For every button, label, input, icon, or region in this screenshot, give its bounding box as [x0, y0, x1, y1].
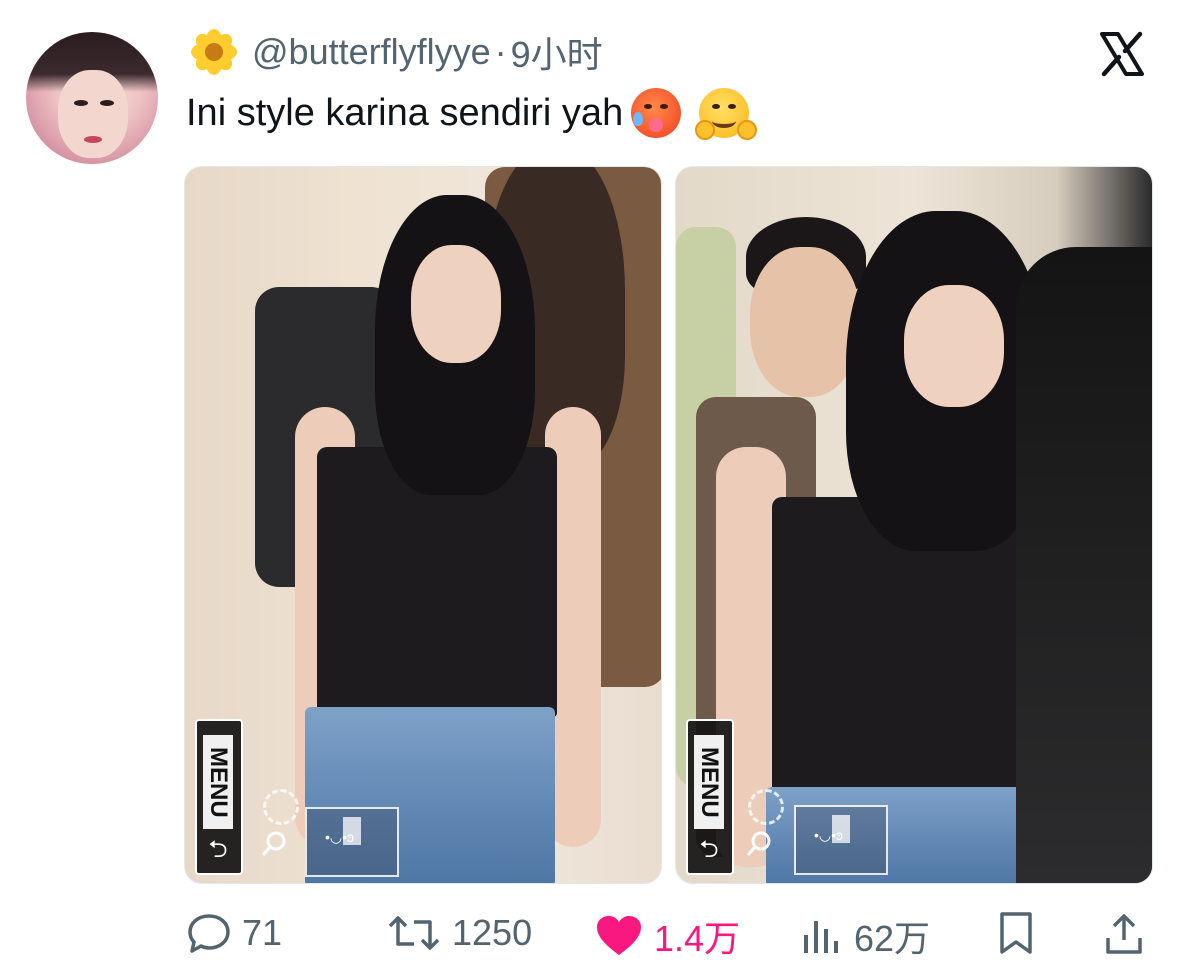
- heart-icon: [597, 916, 641, 955]
- camera-preview-overlay: •◡•ͽ: [794, 805, 888, 875]
- views-button[interactable]: 62万: [800, 910, 930, 962]
- x-logo-icon[interactable]: [1098, 30, 1146, 78]
- share-icon: [1106, 914, 1142, 954]
- retweet-icon: [388, 916, 440, 950]
- retweet-count: 1250: [452, 912, 533, 953]
- tweet-text: Ini style karina sendiri yah: [186, 88, 758, 140]
- camera-menu-overlay: MENU ⮌: [686, 719, 734, 875]
- magnifier-icon: [746, 831, 771, 856]
- face: [904, 285, 1004, 407]
- undo-icon: ⮌: [699, 836, 719, 863]
- brightness-icon: [748, 789, 784, 825]
- camera-tag: •◡•ͽ: [814, 827, 844, 843]
- undo-icon: ⮌: [208, 836, 228, 863]
- face: [411, 245, 501, 363]
- like-button[interactable]: 1.4万: [594, 910, 740, 962]
- views-count: 62万: [854, 918, 931, 959]
- photo-left[interactable]: MENU ⮌ •◡•ͽ: [184, 166, 662, 884]
- like-count: 1.4万: [654, 918, 741, 959]
- tweet-header: @butterflyflyye · 9小时: [188, 26, 603, 78]
- separator-dot: ·: [494, 31, 507, 72]
- hot-face-emoji: [631, 88, 682, 138]
- views-chart-icon: [804, 921, 838, 953]
- car-door: [1016, 247, 1152, 883]
- avatar-eye: [74, 100, 88, 106]
- menu-label: MENU: [203, 735, 233, 829]
- photo-right[interactable]: MENU ⮌ •◡•ͽ: [675, 166, 1153, 884]
- avatar-eye: [100, 100, 114, 106]
- hugging-face-emoji: [695, 88, 758, 140]
- avatar-face: [58, 70, 128, 158]
- magnifier-icon: [261, 831, 286, 856]
- reply-count: 71: [242, 912, 283, 953]
- camera-tag: •◡•ͽ: [325, 829, 355, 845]
- share-button[interactable]: [1104, 910, 1144, 956]
- reply-button[interactable]: 71: [186, 910, 282, 956]
- tweet-time[interactable]: 9小时: [511, 26, 603, 78]
- reply-icon: [188, 914, 230, 953]
- bookmark-icon: [1000, 912, 1032, 954]
- user-handle[interactable]: @butterflyflyye: [252, 31, 491, 73]
- man-face: [750, 247, 860, 397]
- camera-preview-overlay: •◡•ͽ: [305, 807, 399, 877]
- avatar[interactable]: [26, 32, 158, 164]
- menu-label: MENU: [694, 735, 724, 829]
- photo-grid: MENU ⮌ •◡•ͽ MENU ⮌ •◡•ͽ: [184, 166, 1153, 884]
- avatar-lip: [84, 136, 102, 143]
- brightness-icon: [263, 789, 299, 825]
- sunflower-icon: [188, 26, 240, 78]
- retweet-button[interactable]: 1250: [386, 910, 532, 956]
- tweet-actions: 71 1250 1.4万 62万: [186, 904, 1146, 964]
- tweet-body: Ini style karina sendiri yah: [186, 91, 624, 134]
- camera-menu-overlay: MENU ⮌: [195, 719, 243, 875]
- bookmark-button[interactable]: [996, 910, 1036, 956]
